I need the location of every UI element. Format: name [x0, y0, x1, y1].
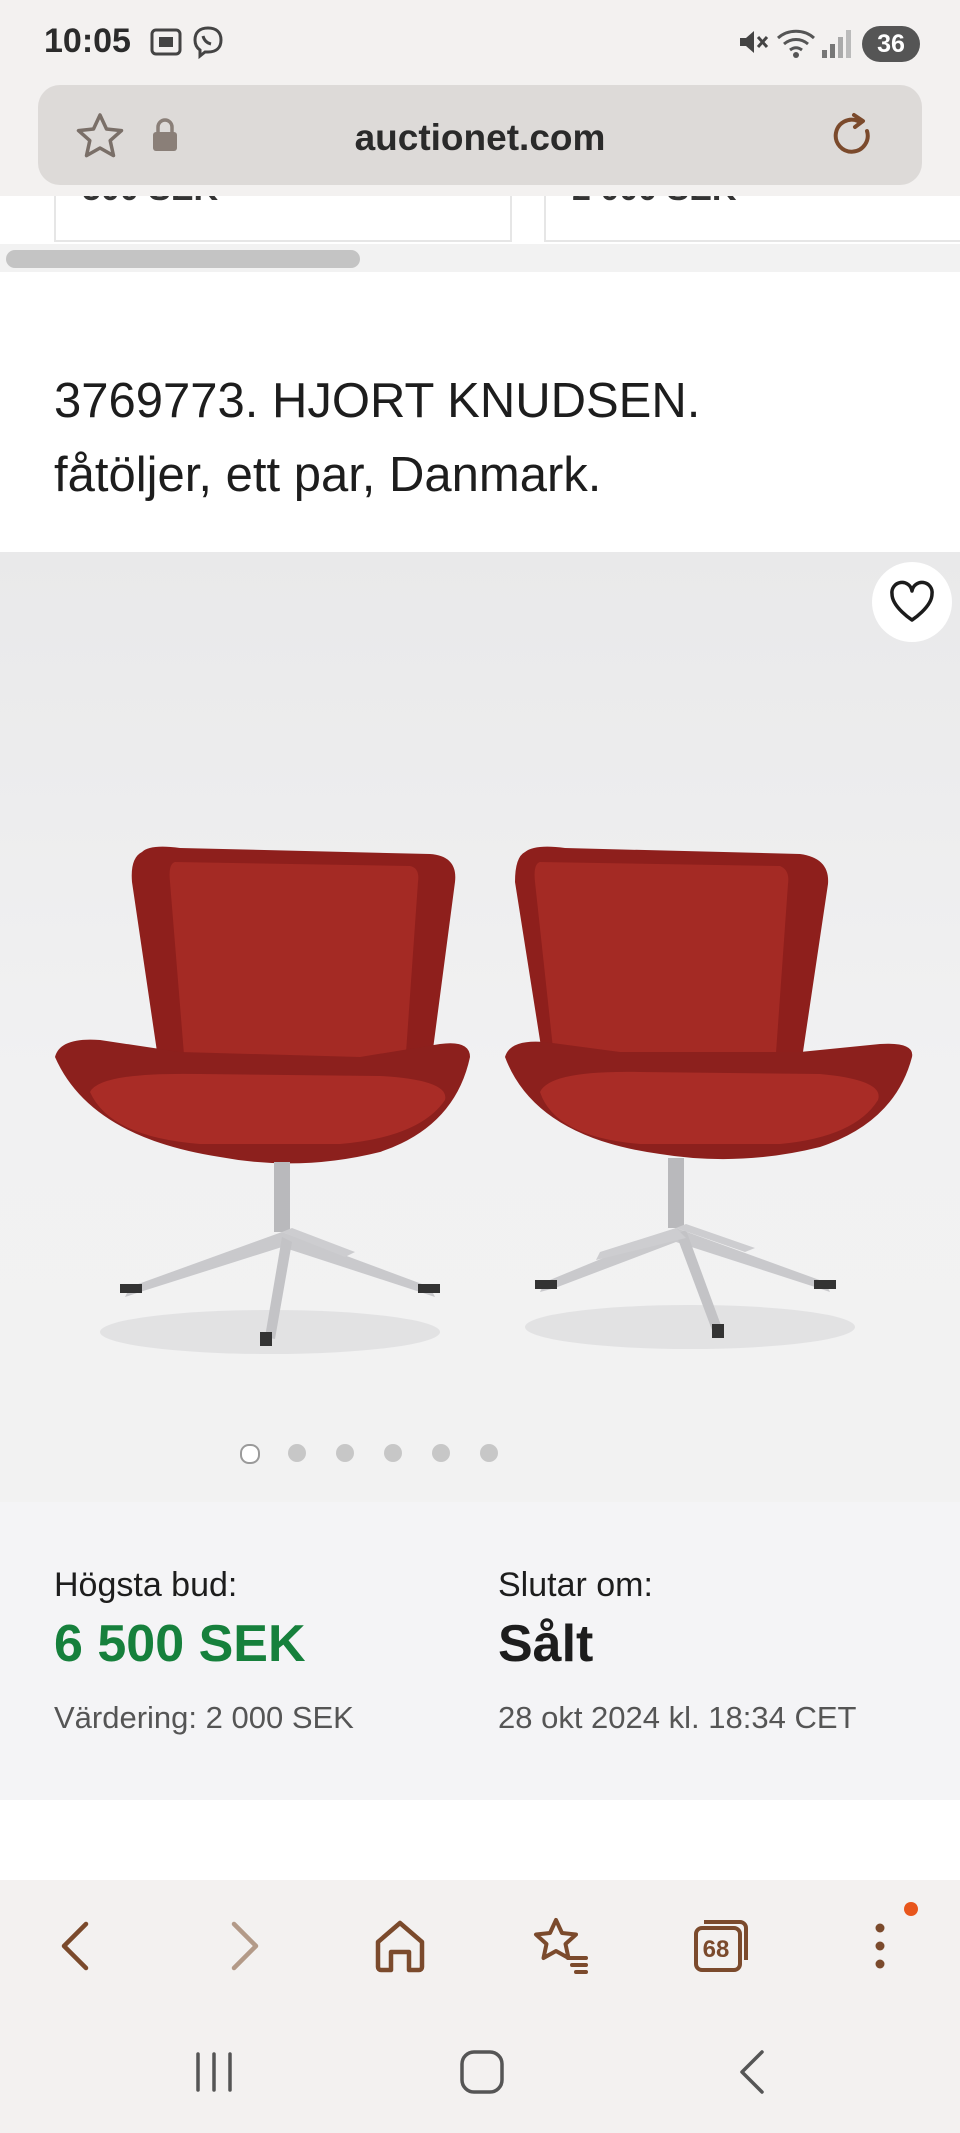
related-item-price: 2 000 SEK	[572, 196, 736, 209]
highest-bid-label: Högsta bud:	[54, 1566, 238, 1604]
armchairs-photo	[55, 846, 913, 1354]
lot-title-line1: 3769773. HJORT KNUDSEN.	[54, 374, 701, 428]
wifi-icon	[776, 29, 816, 58]
heart-icon	[890, 580, 934, 622]
related-item-card[interactable]: 500 SEK	[54, 196, 512, 242]
system-back-icon[interactable]	[732, 2048, 772, 2096]
signal-icon	[822, 30, 851, 58]
related-item-card[interactable]: 2 000 SEK	[544, 196, 960, 242]
forward-icon[interactable]	[210, 1914, 274, 1978]
highest-bid-value: 6 500 SEK	[54, 1615, 306, 1673]
browser-bottom-toolbar: 68	[0, 1880, 960, 2008]
gallery-pagination	[0, 1442, 960, 1466]
horizontal-scrollbar-thumb[interactable]	[6, 250, 360, 268]
bookmarks-icon[interactable]	[528, 1914, 592, 1978]
viber-notification-icon	[193, 26, 223, 60]
address-bar[interactable]: auctionet.com	[38, 85, 922, 185]
lot-title: 3769773. HJORT KNUDSEN. fåtöljer, ett pa…	[54, 364, 914, 512]
image-gallery[interactable]	[0, 552, 960, 1502]
bidding-panel: Högsta bud: 6 500 SEK Värdering: 2 000 S…	[0, 1502, 960, 1800]
status-bar	[0, 0, 960, 82]
gallery-dot[interactable]	[384, 1444, 402, 1462]
gallery-dot[interactable]	[336, 1444, 354, 1462]
screenshot-notification-icon	[150, 28, 182, 56]
gallery-dot[interactable]	[432, 1444, 450, 1462]
recent-apps-icon[interactable]	[190, 2050, 238, 2094]
battery-indicator: 36	[862, 26, 920, 62]
system-navigation-bar	[0, 2008, 960, 2133]
status-time: 10:05	[44, 22, 131, 60]
estimate-text: Värdering: 2 000 SEK	[54, 1700, 354, 1735]
related-item-price: 500 SEK	[82, 196, 218, 209]
auction-status: Sålt	[498, 1615, 594, 1673]
lot-title-line2: fåtöljer, ett par, Danmark.	[54, 448, 602, 502]
home-icon[interactable]	[368, 1914, 432, 1978]
gallery-dot[interactable]	[240, 1444, 260, 1464]
reload-icon[interactable]	[828, 111, 878, 161]
mute-icon	[740, 31, 769, 53]
back-icon[interactable]	[46, 1914, 110, 1978]
menu-notification-dot	[904, 1902, 918, 1916]
gallery-dot[interactable]	[480, 1444, 498, 1462]
tab-count: 68	[702, 1936, 730, 1963]
home-button-icon[interactable]	[458, 2048, 506, 2096]
gallery-dot[interactable]	[288, 1444, 306, 1462]
end-time-text: 28 okt 2024 kl. 18:34 CET	[498, 1700, 857, 1735]
favorite-button[interactable]	[872, 562, 952, 642]
ends-label: Slutar om:	[498, 1566, 653, 1604]
url-text[interactable]: auctionet.com	[38, 117, 922, 159]
menu-icon[interactable]	[848, 1914, 912, 1978]
